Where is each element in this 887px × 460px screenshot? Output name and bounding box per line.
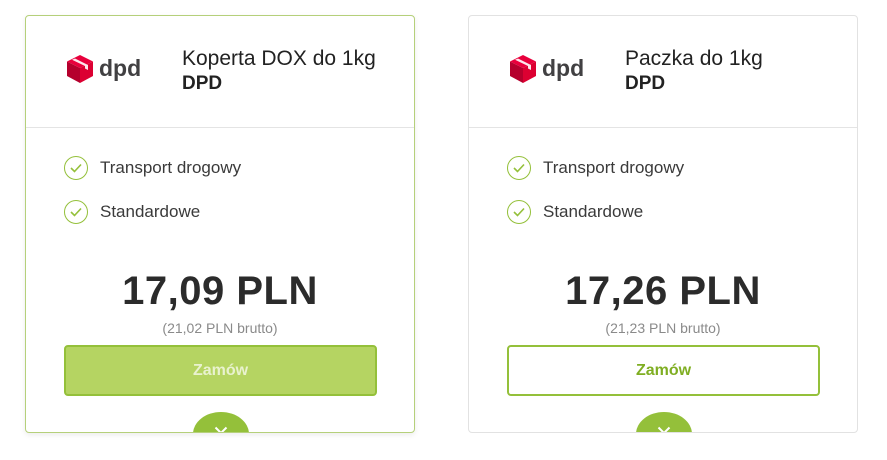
carrier-logo: dpd [509,54,584,84]
check-circle-icon [507,156,531,180]
offer-card-paczka[interactable]: dpd Paczka do 1kg DPD Transport drogowy … [468,15,858,433]
carrier-logo: dpd [66,54,141,84]
feature-item: Standardowe [64,197,241,227]
dpd-cube-logo-icon [509,54,537,84]
expand-button[interactable] [193,412,249,432]
product-title: Paczka do 1kg [625,47,763,70]
card-header: dpd Paczka do 1kg DPD [469,16,857,128]
feature-item: Standardowe [507,197,684,227]
order-button[interactable]: Zamów [64,345,377,396]
feature-label: Transport drogowy [100,158,242,177]
check-circle-icon [64,200,88,224]
feature-label: Standardowe [543,202,644,221]
product-title: Koperta DOX do 1kg [182,47,376,70]
feature-list: Transport drogowy Standardowe [64,153,241,241]
price-brutto: (21,23 PLN brutto) [605,320,721,336]
order-button[interactable]: Zamów [507,345,820,396]
feature-label: Transport drogowy [543,158,685,177]
dpd-cube-logo-icon [66,54,94,84]
price-net: 17,26 PLN [565,269,761,313]
check-circle-icon [64,156,88,180]
carrier-name: DPD [625,73,666,94]
feature-list: Transport drogowy Standardowe [507,153,684,241]
feature-item: Transport drogowy [64,153,241,183]
logo-text: dpd [542,54,585,81]
logo-text: dpd [99,54,142,81]
expand-button[interactable] [636,412,692,432]
chevron-down-icon [214,422,228,432]
card-header: dpd Koperta DOX do 1kg DPD [26,16,414,128]
check-circle-icon [507,200,531,224]
price-brutto: (21,02 PLN brutto) [162,320,278,336]
price-net: 17,09 PLN [122,269,318,313]
offer-card-dox[interactable]: dpd Koperta DOX do 1kg DPD Transport dro… [25,15,415,433]
carrier-name: DPD [182,73,223,94]
chevron-down-icon [657,422,671,432]
feature-item: Transport drogowy [507,153,684,183]
feature-label: Standardowe [100,202,201,221]
